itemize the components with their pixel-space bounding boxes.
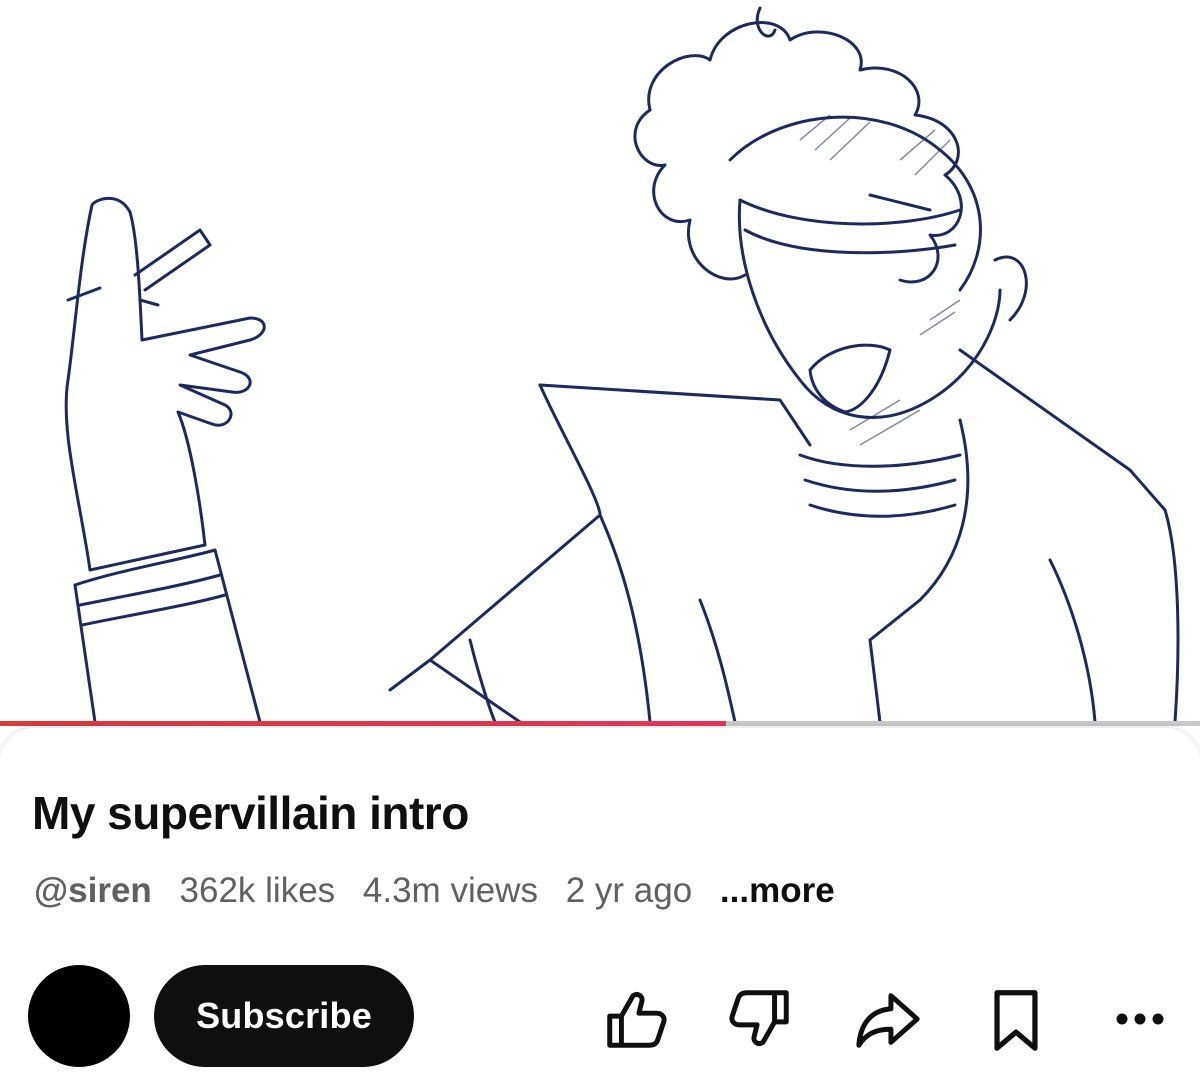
progress-bar[interactable] [0, 721, 1200, 726]
video-metadata[interactable]: @siren 362k likes 4.3m views 2 yr ago ..… [34, 871, 853, 911]
like-count: 362k likes [179, 871, 336, 910]
view-count: 4.3m views [362, 871, 538, 910]
share-button[interactable] [852, 983, 924, 1055]
more-options-icon [1116, 1013, 1164, 1025]
channel-handle[interactable]: @siren [34, 871, 152, 910]
sketch-illustration [64, 6, 1180, 722]
more-link[interactable]: ...more [720, 871, 835, 910]
video-title[interactable]: My supervillain intro [32, 786, 469, 840]
share-icon [856, 993, 920, 1048]
video-info-panel: My supervillain intro @siren 362k likes … [0, 728, 1200, 1081]
channel-avatar[interactable] [28, 965, 130, 1067]
progress-bar-fill [0, 721, 726, 726]
thumbs-down-icon [729, 990, 789, 1046]
thumbs-up-icon [607, 992, 667, 1048]
upload-age: 2 yr ago [565, 871, 693, 910]
video-player[interactable] [0, 0, 1200, 722]
bookmark-icon [994, 990, 1038, 1051]
more-options-button[interactable] [1104, 983, 1176, 1055]
subscribe-button[interactable]: Subscribe [154, 965, 414, 1067]
save-button[interactable] [980, 983, 1052, 1055]
like-button[interactable] [600, 983, 672, 1055]
dislike-button[interactable] [724, 983, 796, 1055]
